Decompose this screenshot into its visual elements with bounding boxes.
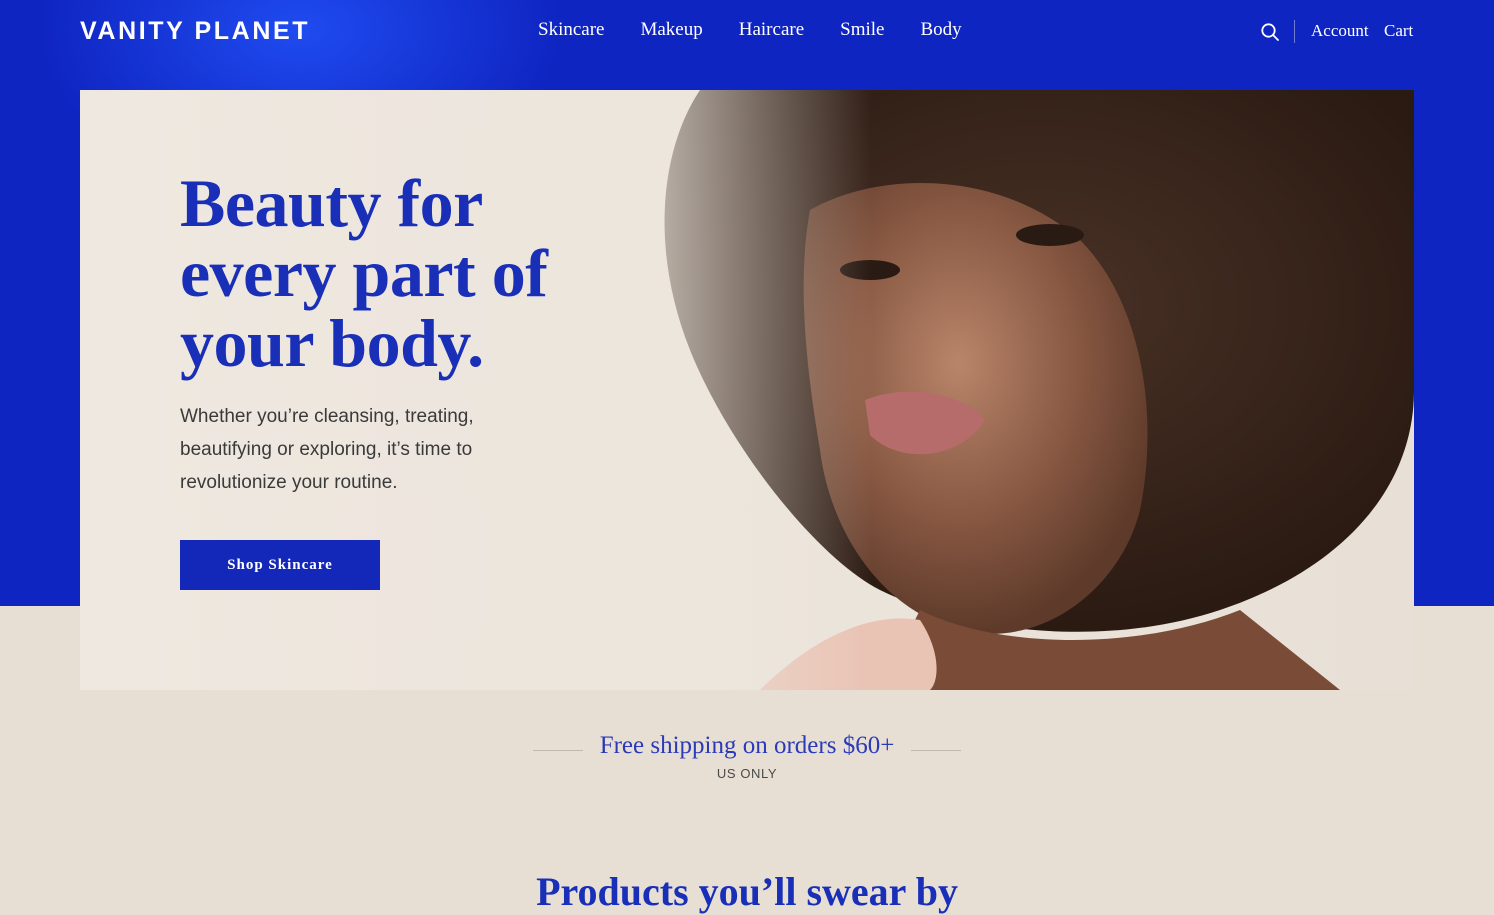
hero-subtitle: Whether you’re cleansing, treating, beau…: [180, 406, 474, 493]
account-link[interactable]: Account: [1311, 21, 1369, 41]
hero-banner: Beauty for every part of your body. Whet…: [80, 90, 1414, 690]
shipping-banner: Free shipping on orders $60+ US ONLY: [0, 732, 1494, 781]
hero-model-image: [580, 90, 1414, 690]
nav-item-body[interactable]: Body: [920, 19, 961, 41]
site-header: VANITY PLANET Skincare Makeup Haircare S…: [0, 0, 1494, 62]
hero-title: Beauty for every part of your body.: [180, 165, 548, 381]
shipping-divider-right: [911, 750, 961, 751]
brand-logo[interactable]: VANITY PLANET: [80, 17, 310, 46]
products-heading: Products you’ll swear by: [536, 869, 958, 914]
main-nav: Skincare Makeup Haircare Smile Body: [538, 19, 998, 41]
nav-item-makeup[interactable]: Makeup: [640, 19, 702, 41]
nav-item-haircare[interactable]: Haircare: [739, 19, 804, 41]
shop-skincare-button[interactable]: Shop Skincare: [180, 540, 380, 590]
shipping-divider-left: [533, 750, 583, 751]
search-icon[interactable]: [1260, 22, 1280, 42]
shipping-title: Free shipping on orders $60+: [599, 732, 895, 759]
header-divider: [1294, 20, 1295, 43]
shipping-subtitle: US ONLY: [716, 766, 778, 781]
nav-item-skincare[interactable]: Skincare: [538, 19, 604, 41]
nav-item-smile[interactable]: Smile: [840, 19, 884, 41]
cart-link[interactable]: Cart: [1384, 21, 1413, 41]
